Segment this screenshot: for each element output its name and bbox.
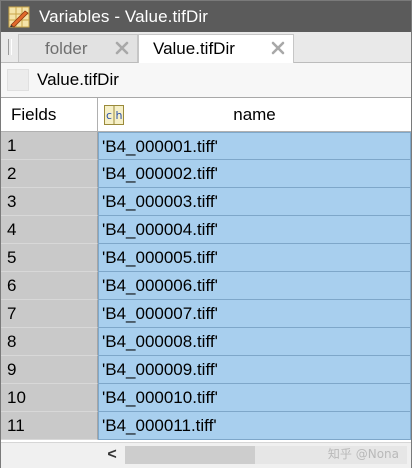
- row-index[interactable]: 9: [1, 356, 98, 384]
- row-index[interactable]: 1: [1, 132, 98, 160]
- name-cell[interactable]: 'B4_000011.tiff': [98, 412, 411, 440]
- name-cell[interactable]: 'B4_000007.tiff': [98, 300, 411, 328]
- table-row[interactable]: 9 'B4_000009.tiff': [1, 356, 411, 384]
- fields-header: Fields: [1, 98, 98, 132]
- name-cell[interactable]: 'B4_000006.tiff': [98, 272, 411, 300]
- name-cell[interactable]: 'B4_000001.tiff': [98, 132, 411, 160]
- row-index[interactable]: 2: [1, 160, 98, 188]
- table-body: 1 'B4_000001.tiff' 2 'B4_000002.tiff' 3 'B4_0…: [1, 132, 411, 440]
- close-icon[interactable]: [115, 41, 129, 55]
- row-index[interactable]: 5: [1, 244, 98, 272]
- table-row[interactable]: 2 'B4_000002.tiff': [1, 160, 411, 188]
- tab-strip: folder Value.tifDir: [1, 32, 411, 63]
- table-row[interactable]: 3 'B4_000003.tiff': [1, 188, 411, 216]
- row-index[interactable]: 6: [1, 272, 98, 300]
- name-cell[interactable]: 'B4_000004.tiff': [98, 216, 411, 244]
- row-index[interactable]: 11: [1, 412, 98, 440]
- table-row[interactable]: 5 'B4_000005.tiff': [1, 244, 411, 272]
- close-icon[interactable]: [271, 41, 285, 55]
- name-column-label: name: [233, 105, 276, 124]
- row-index[interactable]: 10: [1, 384, 98, 412]
- table-row[interactable]: 1 'B4_000001.tiff': [1, 132, 411, 160]
- variable-icon: [7, 69, 29, 91]
- row-index[interactable]: 7: [1, 300, 98, 328]
- variable-editor-app-icon: [8, 6, 30, 28]
- name-cell[interactable]: 'B4_000009.tiff': [98, 356, 411, 384]
- table-row[interactable]: 6 'B4_000006.tiff': [1, 272, 411, 300]
- variables-window: Variables - Value.tifDir folder Value.ti…: [0, 0, 412, 468]
- table-row[interactable]: 10 'B4_000010.tiff': [1, 384, 411, 412]
- tab-value-tifdir-label: Value.tifDir: [153, 39, 235, 58]
- name-cell[interactable]: 'B4_000008.tiff': [98, 328, 411, 356]
- scroll-left-button[interactable]: <: [101, 445, 123, 465]
- table-row[interactable]: 7 'B4_000007.tiff': [1, 300, 411, 328]
- tab-value-tifdir[interactable]: Value.tifDir: [138, 34, 294, 63]
- row-index[interactable]: 8: [1, 328, 98, 356]
- watermark: 知乎 @Nona: [327, 447, 399, 461]
- table-row[interactable]: 4 'B4_000004.tiff': [1, 216, 411, 244]
- breadcrumb: Value.tifDir: [1, 63, 411, 97]
- window-title: Variables - Value.tifDir: [39, 6, 208, 26]
- row-index[interactable]: 3: [1, 188, 98, 216]
- table-row[interactable]: 8 'B4_000008.tiff': [1, 328, 411, 356]
- name-column-header[interactable]: c h name: [98, 98, 411, 132]
- name-cell[interactable]: 'B4_000003.tiff': [98, 188, 411, 216]
- variable-grid: Fields c h name 1 'B4_000001.tiff' 2 'B4_00…: [1, 97, 411, 442]
- tab-strip-grip[interactable]: [8, 39, 12, 55]
- name-cell[interactable]: 'B4_000010.tiff': [98, 384, 411, 412]
- name-cell[interactable]: 'B4_000005.tiff': [98, 244, 411, 272]
- name-cell[interactable]: 'B4_000002.tiff': [98, 160, 411, 188]
- tab-folder-label: folder: [45, 38, 88, 58]
- breadcrumb-label[interactable]: Value.tifDir: [37, 70, 119, 90]
- scrollbar-thumb[interactable]: [125, 446, 255, 464]
- title-bar: Variables - Value.tifDir: [1, 1, 411, 32]
- table-row[interactable]: 11 'B4_000011.tiff': [1, 412, 411, 440]
- tab-folder[interactable]: folder: [18, 34, 138, 62]
- chevron-left-icon: <: [107, 446, 117, 463]
- row-index[interactable]: 4: [1, 216, 98, 244]
